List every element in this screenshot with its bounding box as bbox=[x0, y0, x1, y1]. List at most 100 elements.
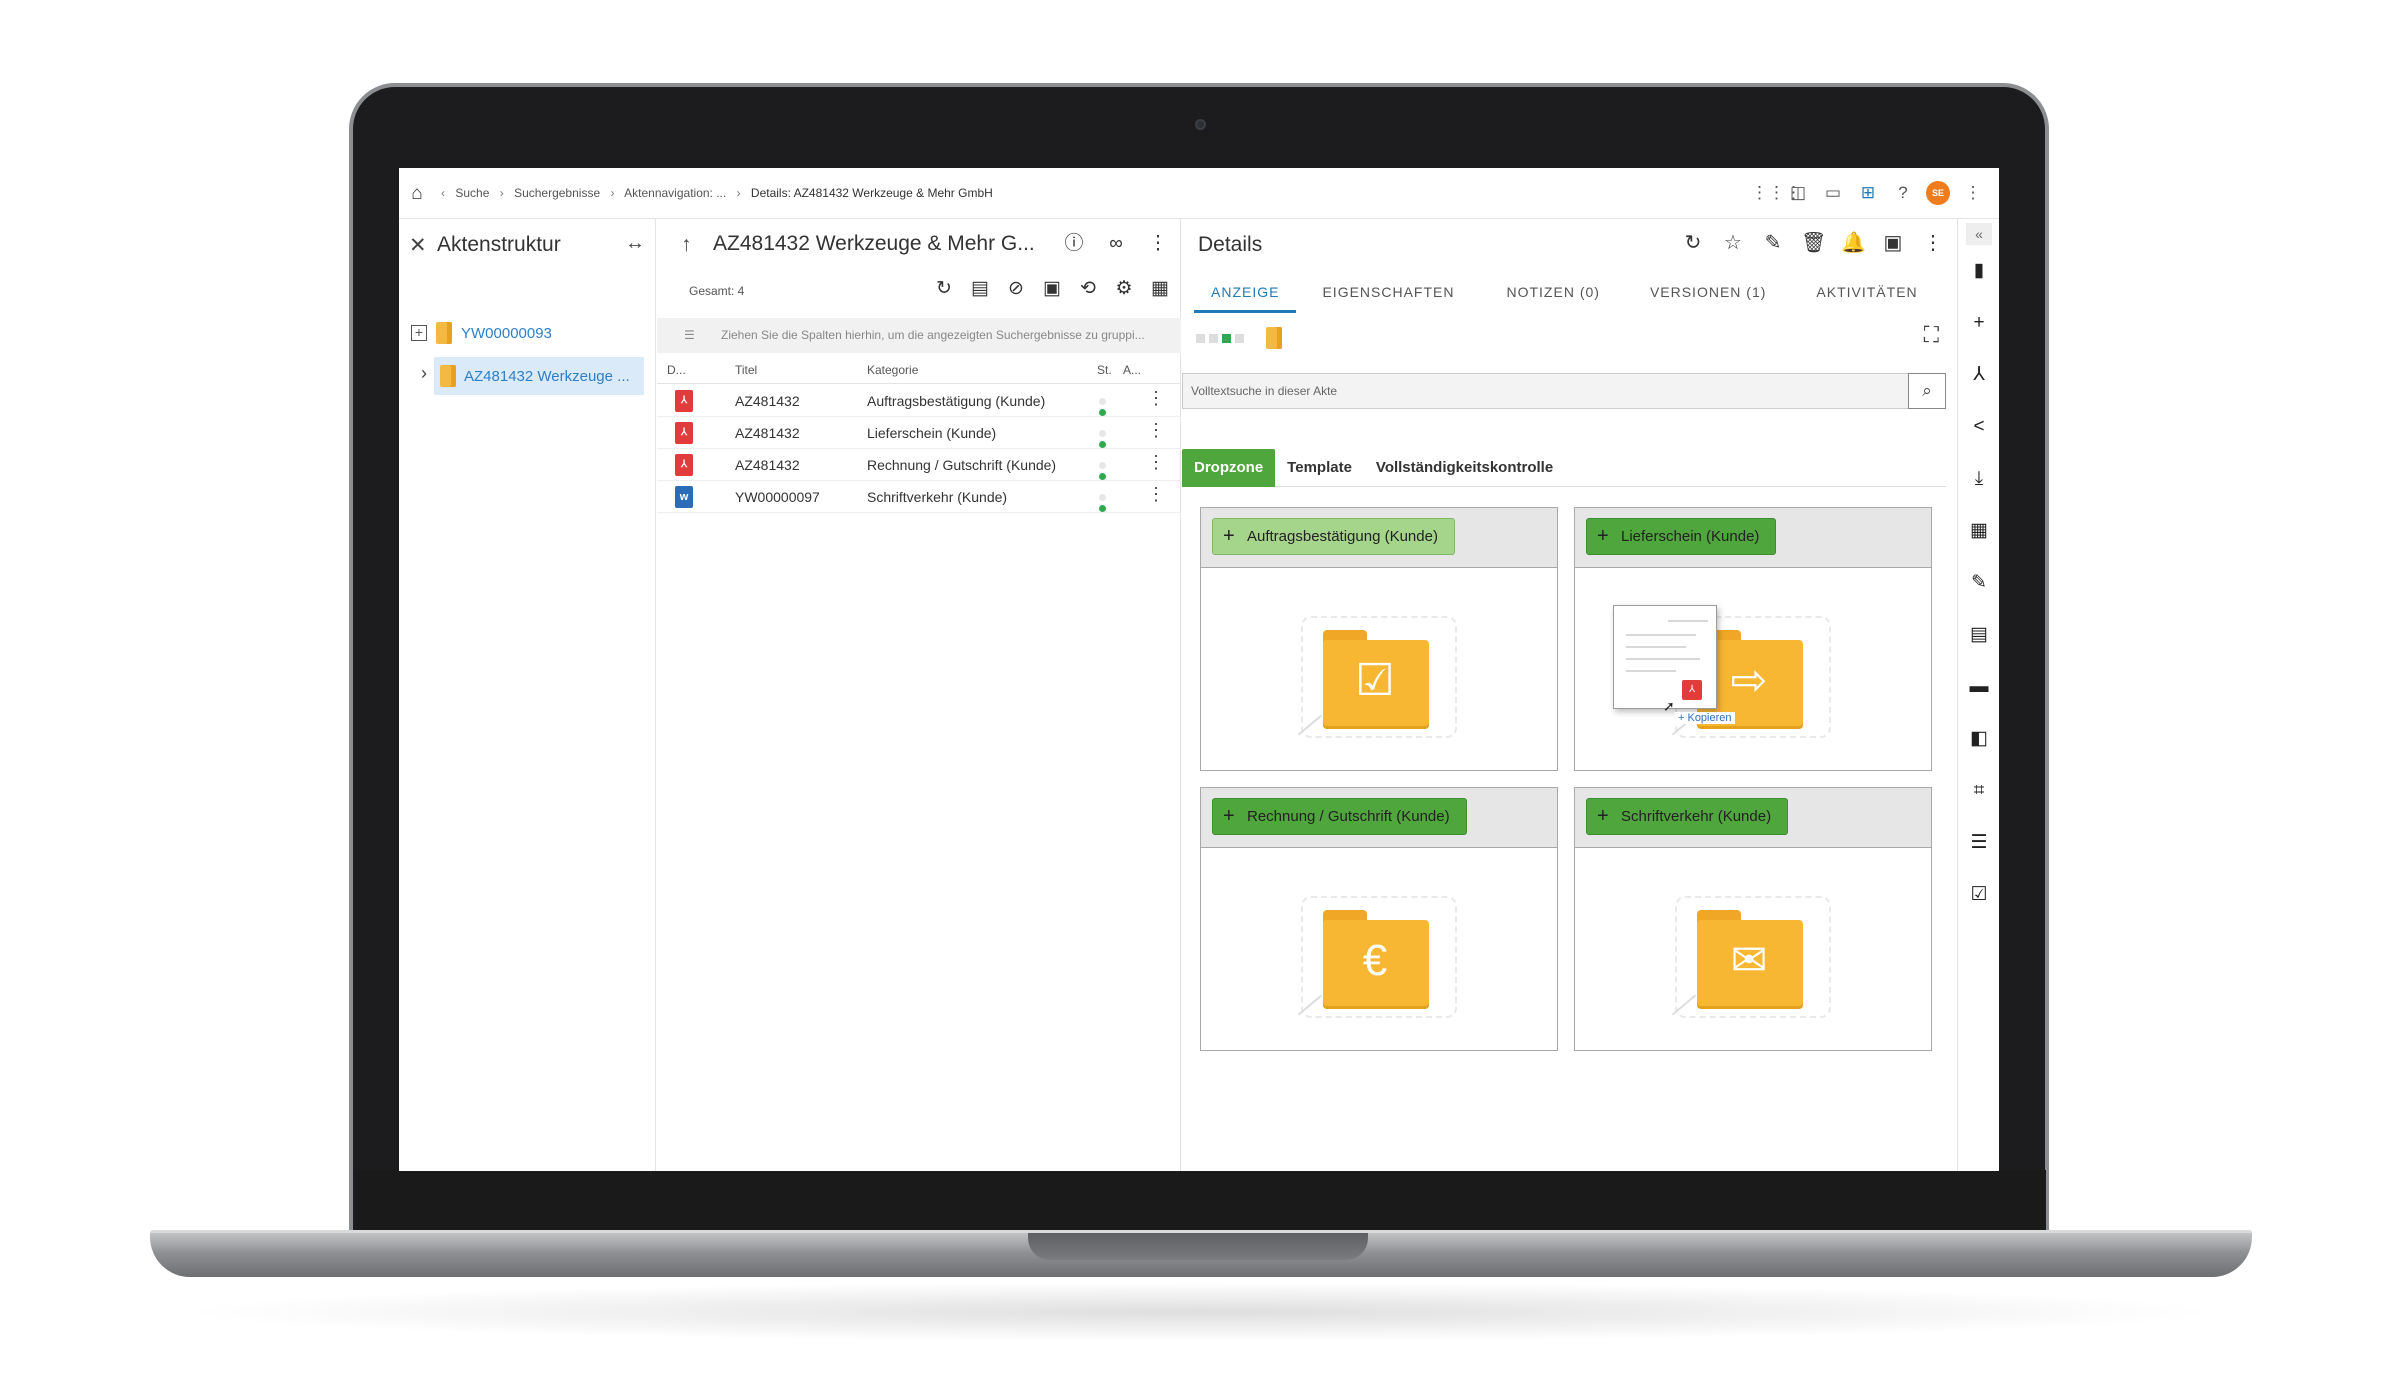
pdf-icon[interactable]: ⅄ bbox=[1967, 363, 1991, 387]
tab-notizen[interactable]: NOTIZEN (0) bbox=[1489, 271, 1616, 313]
breadcrumb-item[interactable]: Aktennavigation: ... bbox=[624, 186, 726, 200]
view-dot[interactable] bbox=[1196, 333, 1205, 343]
refresh-icon[interactable]: ↻ bbox=[1681, 231, 1705, 255]
resize-horizontal-icon[interactable]: ↔ bbox=[625, 232, 645, 255]
status-indicator bbox=[1099, 394, 1107, 416]
column-header-type[interactable]: D... bbox=[667, 363, 686, 377]
avatar[interactable]: SE bbox=[1926, 181, 1950, 205]
gear-icon[interactable]: ⚙ bbox=[1112, 277, 1136, 301]
search-placeholder: Volltextsuche in dieser Akte bbox=[1191, 384, 1338, 398]
tree-item-root[interactable]: + YW00000093 bbox=[411, 322, 552, 344]
breadcrumb-back-icon[interactable]: ‹ bbox=[441, 186, 445, 200]
gift-icon[interactable]: ⊞ bbox=[1856, 181, 1880, 205]
plus-icon[interactable]: + bbox=[1967, 311, 1991, 335]
apps-grid-icon[interactable]: ⋮⋮⋮ bbox=[1751, 181, 1802, 205]
tree-item-label: AZ481432 Werkzeuge ... bbox=[464, 367, 630, 385]
close-icon[interactable]: ✕ bbox=[409, 233, 427, 258]
table-row[interactable]: ⅄ AZ481432 Auftragsbestätigung (Kunde) ⋮ bbox=[657, 385, 1181, 417]
arrow-up-icon[interactable]: ↑ bbox=[681, 233, 692, 257]
edit-document-icon[interactable]: ✎ bbox=[1967, 571, 1991, 595]
view-dot[interactable] bbox=[1209, 333, 1218, 343]
breadcrumb-item[interactable]: Suchergebnisse bbox=[514, 186, 600, 200]
chevron-right-icon[interactable]: › bbox=[421, 363, 427, 384]
unlink-icon[interactable]: ⊘ bbox=[1004, 277, 1028, 301]
dropzone-label: Lieferschein (Kunde) bbox=[1621, 528, 1760, 545]
window-icon[interactable]: ▭ bbox=[1821, 181, 1845, 205]
pdf-icon: ⅄ bbox=[675, 454, 693, 476]
add-document-button[interactable]: + Auftragsbestätigung (Kunde) bbox=[1212, 518, 1455, 555]
row-menu-icon[interactable]: ⋮ bbox=[1147, 484, 1165, 505]
tab-anzeige[interactable]: ANZEIGE bbox=[1194, 271, 1297, 313]
search-icon[interactable]: ⌕ bbox=[1908, 373, 1946, 409]
tab-eigenschaften[interactable]: EIGENSCHAFTEN bbox=[1305, 271, 1471, 313]
checklist-icon[interactable]: ☑ bbox=[1967, 883, 1991, 907]
home-icon[interactable]: ⌂ bbox=[405, 182, 429, 206]
document-add-icon[interactable]: ▤ bbox=[968, 277, 992, 301]
star-icon[interactable]: ☆ bbox=[1721, 231, 1745, 255]
column-header-actions[interactable]: A... bbox=[1123, 363, 1141, 377]
collapse-icon[interactable]: « bbox=[1966, 223, 1992, 245]
info-icon[interactable]: ⓘ bbox=[1062, 232, 1086, 256]
column-header-category[interactable]: Kategorie bbox=[867, 363, 918, 377]
dropzone-card[interactable]: + Schriftverkehr (Kunde) ✉ bbox=[1574, 787, 1932, 1051]
tab-versionen[interactable]: VERSIONEN (1) bbox=[1633, 271, 1783, 313]
view-dot-active[interactable] bbox=[1222, 333, 1231, 343]
subtab-dropzone[interactable]: Dropzone bbox=[1182, 449, 1276, 487]
view-dot[interactable] bbox=[1235, 333, 1244, 343]
breadcrumb-item[interactable]: Suche bbox=[455, 186, 489, 200]
table-view-icon[interactable]: ▦ bbox=[1148, 277, 1172, 301]
dropzone-card[interactable]: + Lieferschein (Kunde) ⇨ ⅄ ➚ + Kopieren bbox=[1574, 507, 1932, 771]
folder-icon[interactable] bbox=[1266, 327, 1282, 349]
table-row[interactable]: w YW00000097 Schriftverkehr (Kunde) ⋮ bbox=[657, 481, 1181, 513]
table-row[interactable]: ⅄ AZ481432 Rechnung / Gutschrift (Kunde)… bbox=[657, 449, 1181, 481]
clipboard-icon[interactable]: ▣ bbox=[1881, 231, 1905, 255]
expand-plus-icon[interactable]: + bbox=[411, 325, 427, 341]
column-header-title[interactable]: Titel bbox=[735, 363, 757, 377]
refresh-icon[interactable]: ↻ bbox=[932, 277, 956, 301]
dropzone-card[interactable]: + Auftragsbestätigung (Kunde) ☑ bbox=[1200, 507, 1558, 771]
link-icon[interactable]: ∞ bbox=[1104, 232, 1128, 256]
trash-icon[interactable]: 🗑 bbox=[1801, 231, 1826, 255]
print-icon[interactable]: ▤ bbox=[1967, 623, 1991, 647]
add-document-button[interactable]: + Rechnung / Gutschrift (Kunde) bbox=[1212, 798, 1467, 835]
row-menu-icon[interactable]: ⋮ bbox=[1147, 388, 1165, 409]
dragged-document-preview[interactable]: ⅄ bbox=[1613, 605, 1717, 709]
cell-category: Schriftverkehr (Kunde) bbox=[867, 489, 1008, 505]
bell-icon[interactable]: 🔔 bbox=[1841, 231, 1866, 255]
clipboard-icon[interactable]: ▣ bbox=[1040, 277, 1064, 301]
layout-split-icon[interactable]: ◫ bbox=[1786, 181, 1810, 205]
history-icon[interactable]: ⟲ bbox=[1076, 277, 1100, 301]
scanner-icon[interactable]: ▬ bbox=[1967, 675, 1991, 699]
row-menu-icon[interactable]: ⋮ bbox=[1147, 452, 1165, 473]
tree-item-selected[interactable]: AZ481432 Werkzeuge ... bbox=[434, 357, 644, 395]
fulltext-search-input[interactable]: Volltextsuche in dieser Akte ⌕ bbox=[1182, 373, 1946, 409]
subtab-completeness[interactable]: Vollständigkeitskontrolle bbox=[1364, 449, 1565, 487]
more-vertical-icon[interactable]: ⋮ bbox=[1921, 231, 1945, 255]
help-icon[interactable]: ? bbox=[1891, 181, 1915, 205]
subtab-template[interactable]: Template bbox=[1275, 449, 1364, 487]
table-header: D... Titel Kategorie St. A... bbox=[657, 356, 1181, 384]
add-document-button[interactable]: + Schriftverkehr (Kunde) bbox=[1586, 798, 1789, 835]
dropzone-card[interactable]: + Rechnung / Gutschrift (Kunde) € bbox=[1200, 787, 1558, 1051]
row-menu-icon[interactable]: ⋮ bbox=[1147, 420, 1165, 441]
table-row[interactable]: ⅄ AZ481432 Lieferschein (Kunde) ⋮ bbox=[657, 417, 1181, 449]
list-icon[interactable]: ☰ bbox=[1967, 831, 1991, 855]
share-icon[interactable]: < bbox=[1967, 415, 1991, 439]
calendar-icon[interactable]: ▦ bbox=[1967, 519, 1991, 543]
view-switcher[interactable] bbox=[1196, 327, 1282, 349]
column-header-status[interactable]: St. bbox=[1097, 363, 1112, 377]
workflow-icon[interactable]: ⌗ bbox=[1967, 779, 1991, 803]
tab-aktivitaeten[interactable]: AKTIVITÄTEN bbox=[1799, 271, 1934, 313]
download-icon[interactable]: ⤓ bbox=[1967, 467, 1991, 491]
dropzone-subtabs: Dropzone Template Vollständigkeitskontro… bbox=[1182, 449, 1946, 487]
group-by-dropzone[interactable]: ☰ Ziehen Sie die Spalten hierhin, um die… bbox=[657, 318, 1181, 353]
chevron-right-icon: › bbox=[736, 186, 741, 200]
office-icon[interactable]: ◧ bbox=[1967, 727, 1991, 751]
edit-icon[interactable]: ✎ bbox=[1761, 231, 1785, 255]
add-document-button[interactable]: + Lieferschein (Kunde) bbox=[1586, 518, 1777, 555]
more-vertical-icon[interactable]: ⋮ bbox=[1146, 232, 1170, 256]
more-vertical-icon[interactable]: ⋮ bbox=[1961, 181, 1985, 205]
fullscreen-icon[interactable]: ⛶ bbox=[1924, 322, 1939, 348]
cursor-icon: ➚ bbox=[1663, 698, 1675, 714]
folder-stack-icon[interactable]: ▮ bbox=[1967, 259, 1991, 283]
